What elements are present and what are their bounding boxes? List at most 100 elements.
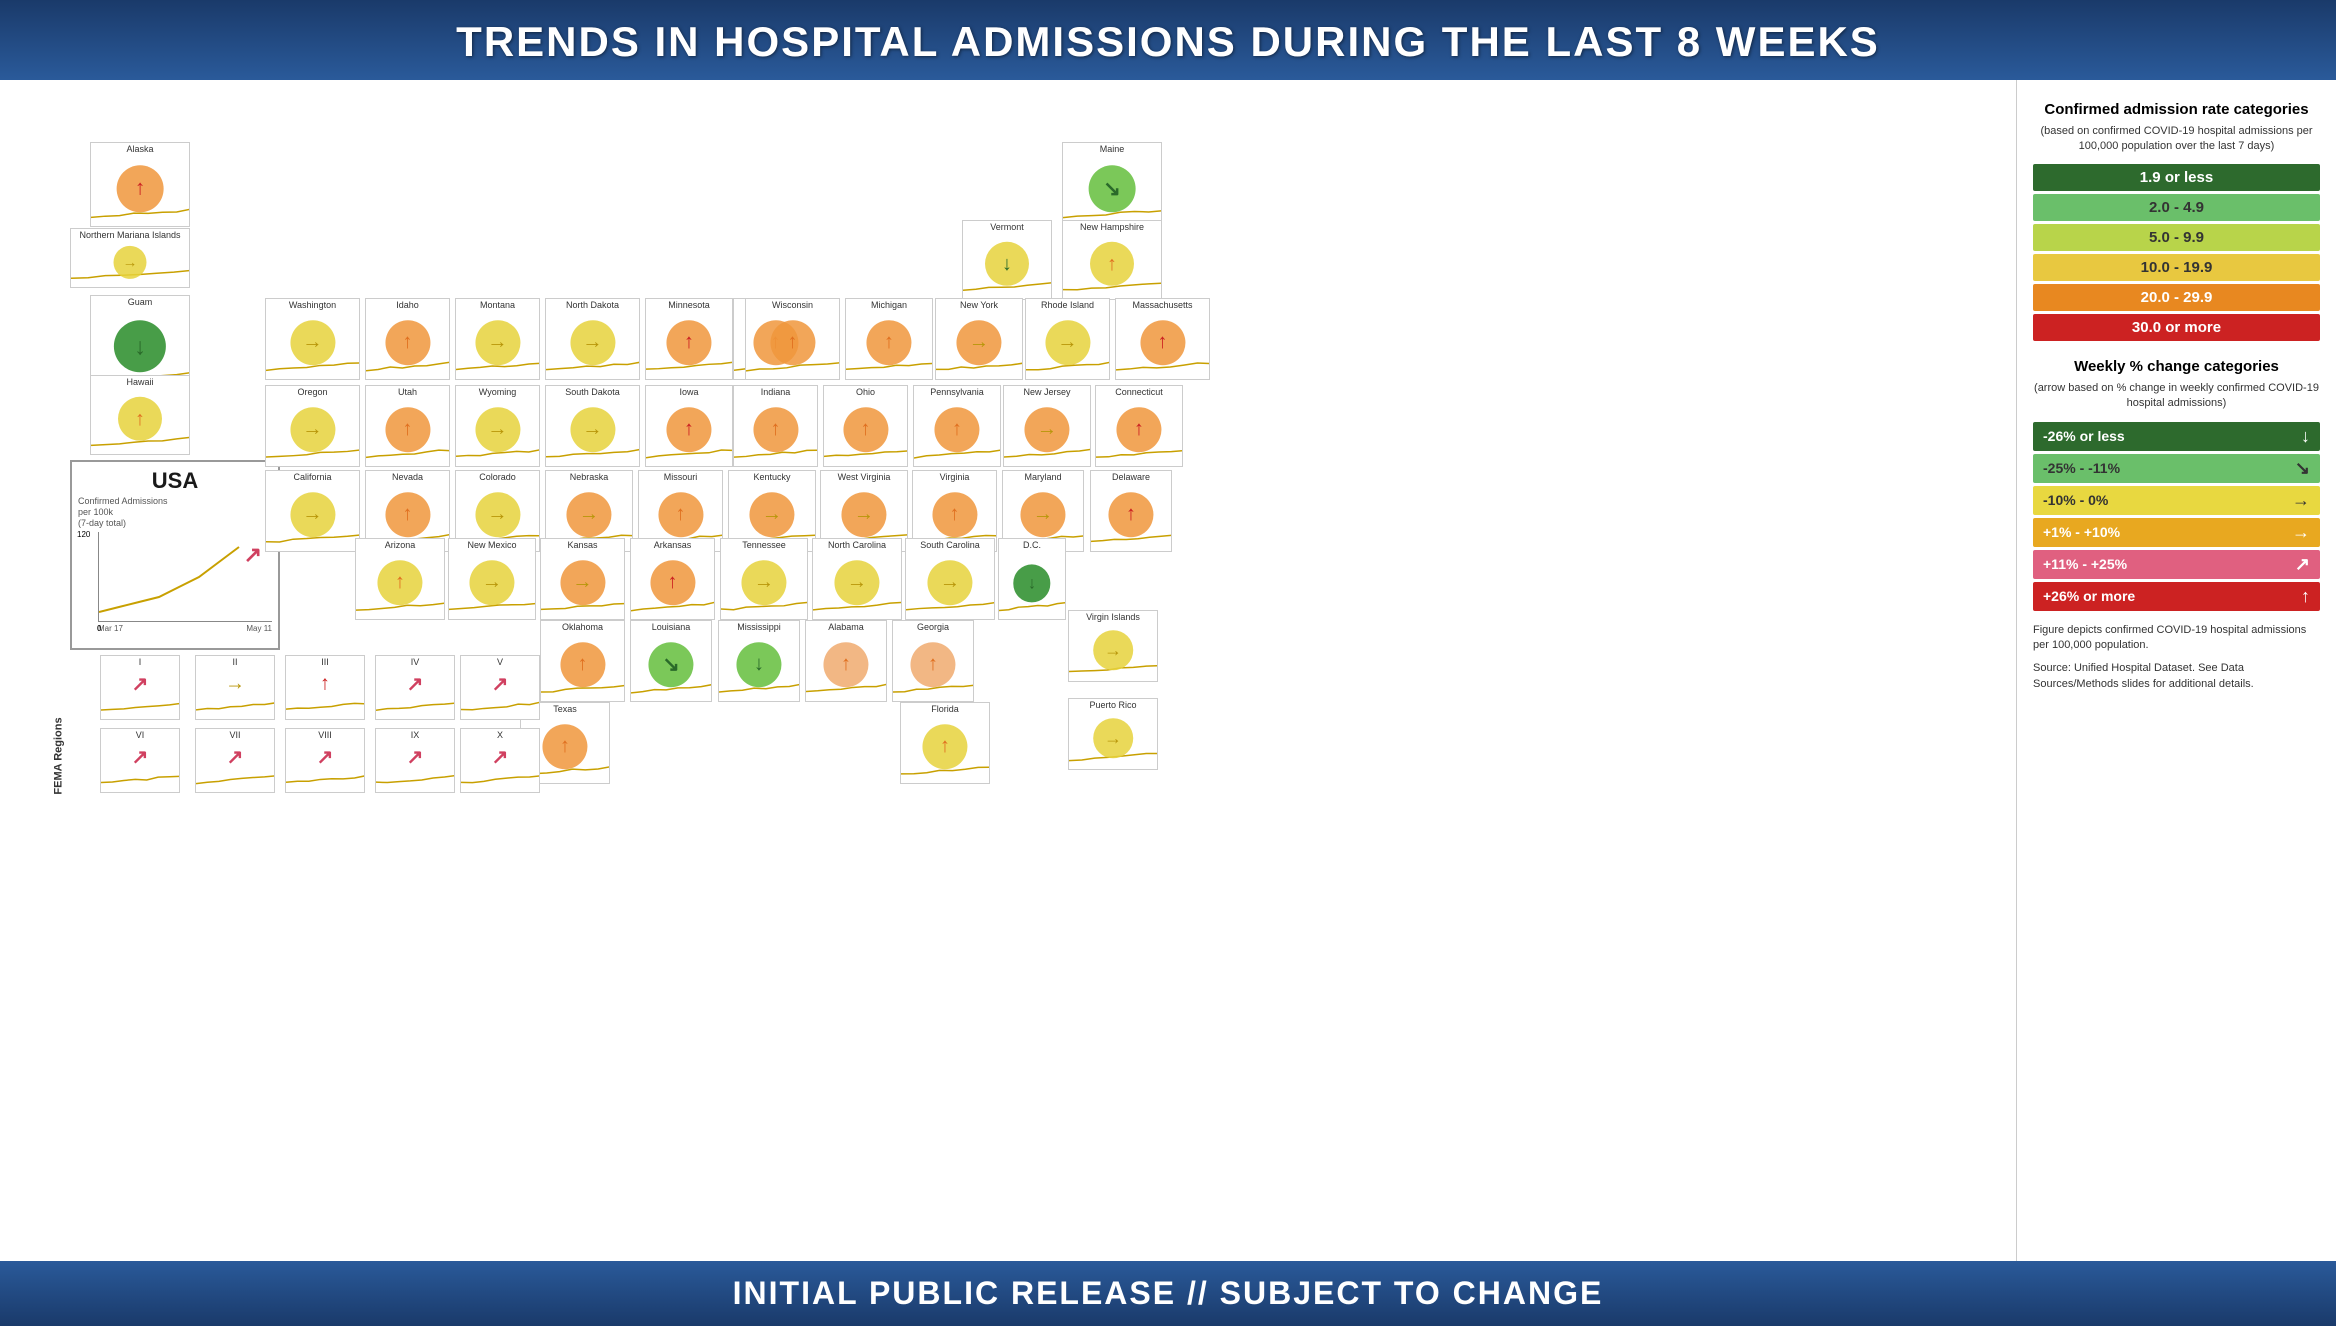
state-chart-fema_v: ↗	[461, 669, 539, 719]
state-label-rhode_island: Rhode Island	[1026, 299, 1109, 312]
state-label-dc: D.C.	[999, 539, 1065, 552]
state-arrow-dc: ↓	[1028, 574, 1036, 594]
state-label-california: California	[266, 471, 359, 484]
state-card-fema_x: X↗	[460, 728, 540, 793]
legend-2.0-4.9: 2.0 - 4.9	[2033, 194, 2320, 221]
state-arrow-south_carolina: →	[940, 572, 960, 595]
state-arrow-west_virginia: →	[854, 504, 874, 527]
state-label-ohio: Ohio	[824, 386, 907, 399]
state-chart-delaware: ↑	[1091, 484, 1171, 551]
weekly-plus1-10: +1% - +10%→	[2033, 518, 2320, 547]
state-card-fema_ii: II→	[195, 655, 275, 720]
state-label-vermont: Vermont	[963, 221, 1051, 234]
state-arrow-montana: →	[487, 332, 507, 355]
weekly-minus10-0: -10% - 0%→	[2033, 486, 2320, 515]
state-label-alabama: Alabama	[806, 621, 886, 634]
state-arrow-massachusetts: ↑	[1157, 332, 1167, 355]
state-chart-michigan: ↑	[846, 312, 932, 379]
page-header: TRENDS IN HOSPITAL ADMISSIONS DURING THE…	[0, 0, 2336, 80]
state-arrow-california: →	[302, 504, 322, 527]
state-card-georgia: Georgia↑	[892, 620, 974, 702]
state-circle-montana: →	[475, 321, 520, 366]
usa-label: USA	[78, 468, 272, 494]
state-label-fema_iii: III	[286, 656, 364, 669]
legend-10.0-19.9: 10.0 - 19.9	[2033, 254, 2320, 281]
state-card-fema_iii: III ↑	[285, 655, 365, 720]
state-circle-mississippi: ↓	[736, 643, 781, 688]
state-arrow-mississippi: ↓	[754, 654, 764, 677]
state-card-fema_iv: IV↗	[375, 655, 455, 720]
state-card-new_mexico: New Mexico →	[448, 538, 536, 620]
state-label-virginia: Virginia	[913, 471, 996, 484]
state-circle-indiana: ↑	[753, 408, 798, 453]
state-chart-fema_vi: ↗	[101, 742, 179, 792]
state-chart-louisiana: ↘	[631, 634, 711, 701]
state-label-fema_vii: VII	[196, 729, 274, 742]
fema-arrow-fema_iii: ↑	[320, 672, 330, 695]
state-circle-washington: →	[290, 321, 335, 366]
state-circle-colorado: →	[475, 493, 520, 538]
state-label-new_mexico: New Mexico	[449, 539, 535, 552]
state-chart-ohio: ↑	[824, 399, 907, 466]
state-label-guam: Guam	[91, 296, 189, 309]
state-label-arkansas: Arkansas	[631, 539, 714, 552]
state-chart-wyoming: →	[456, 399, 539, 466]
state-arrow-northern_mariana: →	[123, 255, 138, 271]
state-card-new_york: New York→	[935, 298, 1023, 380]
state-label-louisiana: Louisiana	[631, 621, 711, 634]
state-label-maine: Maine	[1063, 143, 1161, 156]
state-arrow-new_mexico: →	[482, 572, 502, 595]
weekly-plus26: +26% or more↑	[2033, 582, 2320, 611]
state-circle-new_jersey: →	[1024, 408, 1069, 453]
page-footer: INITIAL PUBLIC RELEASE // SUBJECT TO CHA…	[0, 1261, 2336, 1326]
state-circle-iowa: ↑	[666, 408, 711, 453]
state-arrow-nebraska: →	[579, 504, 599, 527]
state-card-louisiana: Louisiana↘	[630, 620, 712, 702]
state-arrow-indiana: ↑	[770, 419, 780, 442]
state-circle-maine: ↘	[1089, 165, 1136, 212]
state-label-fema_i: I	[101, 656, 179, 669]
state-card-north_dakota: North Dakota→	[545, 298, 640, 380]
state-label-minnesota: Minnesota	[646, 299, 732, 312]
state-arrow-oklahoma: ↑	[577, 654, 587, 677]
state-chart-arkansas: ↑	[631, 552, 714, 619]
state-circle-texas: ↑	[542, 725, 587, 770]
legend-30-or-more: 30.0 or more	[2033, 314, 2320, 341]
state-arrow-puerto_rico: →	[1104, 728, 1122, 749]
state-arrow-alabama: ↑	[841, 654, 851, 677]
state-card-massachusetts: Massachusetts ↑	[1115, 298, 1210, 380]
state-arrow-vermont: ↓	[1002, 253, 1012, 276]
state-card-montana: Montana→	[455, 298, 540, 380]
state-label-northern_mariana: Northern Mariana Islands	[71, 229, 189, 242]
state-card-mississippi: Mississippi↓	[718, 620, 800, 702]
state-label-connecticut: Connecticut	[1096, 386, 1182, 399]
fema-arrow-fema_ix: ↗	[407, 744, 424, 769]
state-circle-idaho: ↑	[385, 321, 430, 366]
state-card-new_hampshire: New Hampshire↑	[1062, 220, 1162, 300]
state-circle-guam: ↓	[114, 320, 166, 372]
state-arrow-maryland: →	[1033, 504, 1053, 527]
state-chart-california: →	[266, 484, 359, 551]
state-circle-oklahoma: ↑	[560, 643, 605, 688]
state-label-iowa: Iowa	[646, 386, 732, 399]
state-chart-fema_ix: ↗	[376, 742, 454, 792]
state-circle-wisconsin: ↑	[770, 321, 815, 366]
state-label-hawaii: Hawaii	[91, 376, 189, 389]
state-arrow-ohio: ↑	[860, 419, 870, 442]
state-card-maine: Maine ↘	[1062, 142, 1162, 227]
state-circle-oregon: →	[290, 408, 335, 453]
state-label-massachusetts: Massachusetts	[1116, 299, 1209, 312]
state-chart-indiana: ↑	[734, 399, 817, 466]
fema-arrow-fema_vi: ↗	[132, 744, 149, 769]
state-circle-vermont: ↓	[985, 242, 1029, 286]
state-circle-alaska: ↑	[117, 165, 164, 212]
state-chart-washington: →	[266, 312, 359, 379]
state-arrow-tennessee: →	[754, 572, 774, 595]
state-card-fema_viii: VIII↗	[285, 728, 365, 793]
state-circle-arizona: ↑	[377, 561, 422, 606]
state-label-missouri: Missouri	[639, 471, 722, 484]
state-card-oregon: Oregon→	[265, 385, 360, 467]
state-arrow-virgin_islands: →	[1104, 640, 1122, 661]
state-label-north_dakota: North Dakota	[546, 299, 639, 312]
state-card-oklahoma: Oklahoma↑	[540, 620, 625, 702]
